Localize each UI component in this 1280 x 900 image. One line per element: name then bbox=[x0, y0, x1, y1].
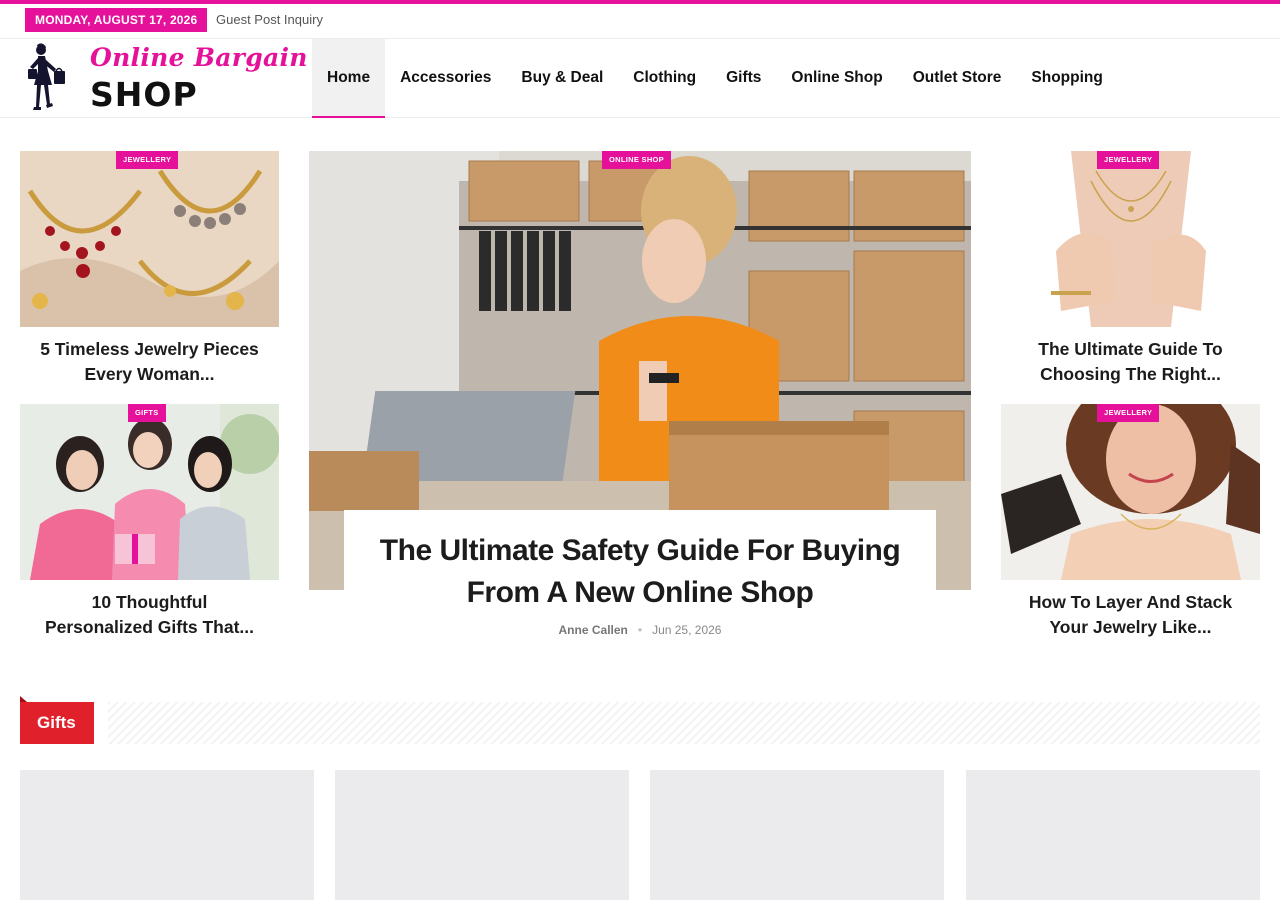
featured-caption-box: The Ultimate Safety Guide For Buying Fro… bbox=[344, 510, 936, 650]
meta-separator: • bbox=[637, 623, 643, 637]
post-title-line[interactable]: The Ultimate Guide To bbox=[1001, 337, 1260, 362]
post-date: Jun 25, 2026 bbox=[652, 623, 722, 637]
post-title[interactable]: 10 Thoughtful Personalized Gifts That... bbox=[20, 590, 279, 640]
nav-item-clothing[interactable]: Clothing bbox=[618, 39, 711, 118]
post-placeholder bbox=[650, 770, 944, 900]
post-title-line[interactable]: Personalized Gifts That... bbox=[20, 615, 279, 640]
post-title[interactable]: The Ultimate Guide To Choosing The Right… bbox=[1001, 337, 1260, 387]
nav-item-online-shop[interactable]: Online Shop bbox=[776, 39, 897, 118]
main-navigation: Home Accessories Buy & Deal Clothing Gif… bbox=[312, 39, 1118, 118]
section-divider bbox=[108, 702, 1260, 744]
date-badge: MONDAY, AUGUST 17, 2026 bbox=[25, 8, 208, 32]
post-title-line[interactable]: How To Layer And Stack bbox=[1001, 590, 1260, 615]
post-placeholder bbox=[966, 770, 1260, 900]
top-bar: MONDAY, AUGUST 17, 2026 Guest Post Inqui… bbox=[0, 4, 1280, 39]
post-card-jewelry-pieces[interactable]: JEWELLERY 5 Timeless Jewelry Pieces Ever… bbox=[20, 151, 279, 391]
nav-item-outlet-store[interactable]: Outlet Store bbox=[898, 39, 1017, 118]
guest-post-inquiry-link[interactable]: Guest Post Inquiry bbox=[216, 8, 323, 32]
featured-title[interactable]: The Ultimate Safety Guide For Buying Fro… bbox=[344, 530, 936, 614]
site-header: Online Bargain SHOP Home Accessories Buy… bbox=[0, 39, 1280, 118]
category-badge[interactable]: ONLINE SHOP bbox=[602, 151, 671, 169]
category-badge[interactable]: JEWELLERY bbox=[1097, 404, 1160, 422]
post-thumbnail[interactable] bbox=[1001, 404, 1260, 580]
logo-script-text: Online Bargain bbox=[90, 43, 308, 72]
post-placeholder bbox=[20, 770, 314, 900]
category-badge[interactable]: JEWELLERY bbox=[1097, 151, 1160, 169]
post-thumbnail[interactable] bbox=[1001, 151, 1260, 327]
category-badge[interactable]: JEWELLERY bbox=[116, 151, 179, 169]
post-card-layer-jewelry[interactable]: JEWELLERY How To Layer And Stack Your Je… bbox=[1001, 404, 1260, 644]
category-badge[interactable]: GIFTS bbox=[128, 404, 166, 422]
post-thumbnail[interactable] bbox=[20, 404, 279, 580]
post-title-line[interactable]: Your Jewelry Like... bbox=[1001, 615, 1260, 640]
logo-main-text: SHOP bbox=[90, 75, 198, 114]
post-placeholder bbox=[335, 770, 629, 900]
post-title[interactable]: How To Layer And Stack Your Jewelry Like… bbox=[1001, 590, 1260, 640]
necklace-image bbox=[1001, 151, 1260, 327]
post-title-line[interactable]: Every Woman... bbox=[20, 362, 279, 387]
nav-item-home[interactable]: Home bbox=[312, 39, 386, 118]
featured-meta: Anne Callen • Jun 25, 2026 bbox=[344, 623, 936, 637]
featured-title-line[interactable]: From A New Online Shop bbox=[344, 572, 936, 614]
post-title-line[interactable]: Choosing The Right... bbox=[1001, 362, 1260, 387]
section-header-gifts: Gifts bbox=[20, 696, 1260, 744]
gifts-image bbox=[20, 404, 279, 580]
site-logo[interactable]: Online Bargain SHOP bbox=[28, 41, 307, 117]
shopper-silhouette-icon bbox=[28, 43, 65, 110]
post-title[interactable]: 5 Timeless Jewelry Pieces Every Woman... bbox=[20, 337, 279, 387]
section-title[interactable]: Gifts bbox=[20, 696, 94, 744]
author-name[interactable]: Anne Callen bbox=[559, 623, 628, 637]
nav-item-gifts[interactable]: Gifts bbox=[711, 39, 776, 118]
layered-jewelry-image bbox=[1001, 404, 1260, 580]
featured-title-line[interactable]: The Ultimate Safety Guide For Buying bbox=[344, 530, 936, 572]
post-title-line[interactable]: 5 Timeless Jewelry Pieces bbox=[20, 337, 279, 362]
nav-item-accessories[interactable]: Accessories bbox=[385, 39, 506, 118]
nav-item-buy-deal[interactable]: Buy & Deal bbox=[506, 39, 618, 118]
nav-item-shopping[interactable]: Shopping bbox=[1016, 39, 1117, 118]
post-card-personalized-gifts[interactable]: GIFTS 10 Thoughtful Personalized Gifts T… bbox=[20, 404, 279, 644]
post-thumbnail[interactable] bbox=[20, 151, 279, 327]
post-card-ultimate-guide[interactable]: JEWELLERY The Ultimate Guide To Choosing… bbox=[1001, 151, 1260, 391]
post-title-line[interactable]: 10 Thoughtful bbox=[20, 590, 279, 615]
jewelry-image bbox=[20, 151, 279, 327]
